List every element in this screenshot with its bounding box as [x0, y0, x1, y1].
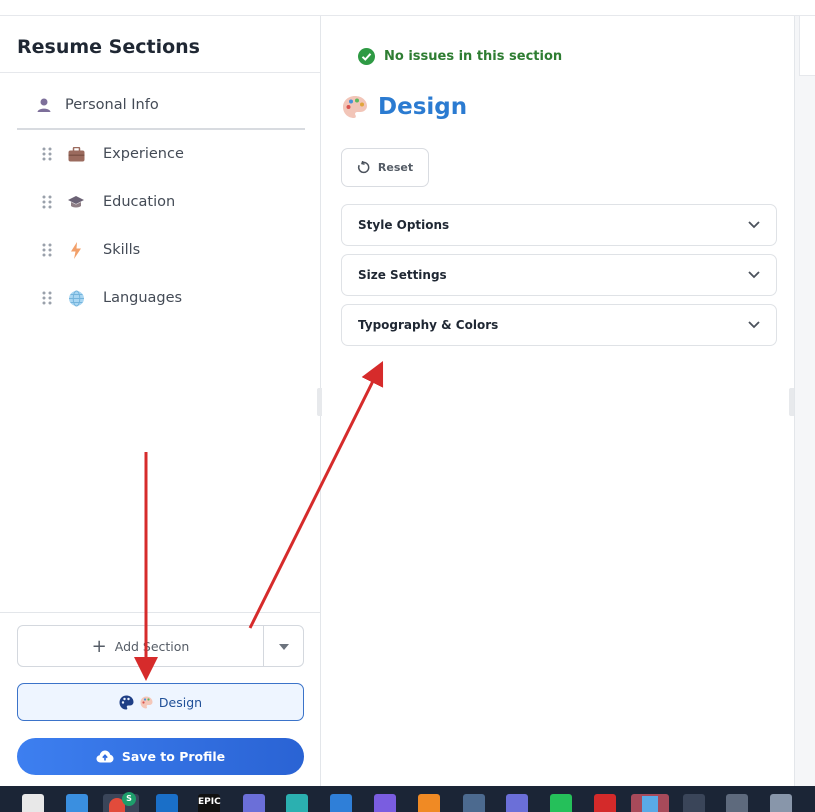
teams-icon[interactable]	[506, 794, 528, 812]
profile-badge: S	[122, 792, 136, 806]
accordion-style-options[interactable]: Style Options	[341, 204, 777, 246]
section-item-experience[interactable]: Experience	[17, 130, 305, 178]
save-button-label: Save to Profile	[121, 749, 226, 764]
reset-label: Reset	[377, 161, 414, 174]
chevron-down-icon	[748, 318, 760, 332]
section-label: Education	[103, 194, 176, 210]
section-label: Personal Info	[65, 97, 159, 113]
add-section-dropdown-toggle[interactable]	[263, 626, 303, 666]
section-item-skills[interactable]: Skills	[17, 226, 305, 274]
sidebar-title: Resume Sections	[17, 36, 200, 58]
chevron-down-icon	[748, 218, 760, 232]
top-strip	[0, 0, 815, 16]
epic-games-icon[interactable]: EPIC	[198, 794, 221, 812]
chevron-down-icon	[748, 268, 760, 282]
cube-app-icon[interactable]	[66, 794, 88, 812]
briefcase-icon	[65, 143, 87, 165]
settings-icon[interactable]	[770, 794, 792, 812]
drag-handle-icon[interactable]	[37, 195, 57, 209]
plus-icon: +	[91, 635, 107, 657]
copilot-icon[interactable]	[374, 794, 396, 812]
firefox-icon[interactable]	[418, 794, 440, 812]
add-section-split-button: + Add Section	[17, 625, 304, 667]
page-title: Design	[342, 94, 467, 120]
edge-icon[interactable]	[286, 794, 308, 812]
section-label: Skills	[103, 242, 141, 258]
divider	[0, 612, 320, 613]
preview-panel-edge	[794, 16, 815, 786]
page-title-text: Design	[378, 94, 468, 120]
section-label: Languages	[103, 290, 183, 306]
resume-sections-sidebar: Resume Sections Personal Info Experience…	[0, 16, 321, 786]
section-label: Experience	[103, 146, 184, 162]
person-icon	[33, 94, 55, 116]
design-button-label: Design	[158, 694, 203, 710]
caret-down-icon	[278, 637, 289, 655]
accordion-label: Size Settings	[358, 268, 447, 282]
windows-taskbar: S EPIC	[0, 786, 815, 812]
drag-handle-icon[interactable]	[37, 147, 57, 161]
save-to-profile-button[interactable]: Save to Profile	[17, 738, 304, 775]
reset-icon	[357, 161, 370, 174]
add-section-label: Add Section	[114, 638, 190, 654]
design-panel: No issues in this section Design Reset S…	[322, 16, 794, 786]
design-button[interactable]: Design	[17, 683, 304, 721]
image-viewer-icon[interactable]	[726, 794, 748, 812]
status-text: No issues in this section	[384, 49, 563, 64]
store-icon[interactable]	[22, 794, 44, 812]
section-item-education[interactable]: Education	[17, 178, 305, 226]
acrobat-icon[interactable]	[594, 794, 616, 812]
drag-handle-icon[interactable]	[37, 291, 57, 305]
accordion-typography-colors[interactable]: Typography & Colors	[341, 304, 777, 346]
reset-button[interactable]: Reset	[341, 148, 429, 187]
section-item-languages[interactable]: Languages	[17, 274, 305, 322]
graduation-cap-icon	[65, 191, 87, 213]
outlook-icon[interactable]	[156, 794, 178, 812]
notepad-icon[interactable]	[631, 794, 669, 812]
artist-palette-icon	[342, 95, 368, 119]
validation-status: No issues in this section	[358, 48, 562, 65]
cloud-upload-icon	[96, 750, 114, 763]
section-item-personal-info[interactable]: Personal Info	[17, 82, 305, 130]
postgres-icon[interactable]	[463, 794, 485, 812]
divider	[0, 72, 320, 73]
lightning-icon	[65, 239, 87, 261]
chatgpt-icon[interactable]	[683, 794, 705, 812]
accordion-label: Typography & Colors	[358, 318, 499, 332]
globe-icon	[65, 287, 87, 309]
add-section-button[interactable]: + Add Section	[18, 626, 263, 666]
artist-palette-icon	[140, 696, 153, 709]
teams-icon[interactable]	[243, 794, 265, 812]
accordion-size-settings[interactable]: Size Settings	[341, 254, 777, 296]
accordion-label: Style Options	[358, 218, 450, 232]
check-circle-icon	[358, 48, 375, 65]
drag-handle-icon[interactable]	[37, 243, 57, 257]
preview-card-edge	[799, 16, 815, 76]
palette-icon	[119, 695, 134, 710]
whatsapp-icon[interactable]	[550, 794, 572, 812]
vscode-icon[interactable]	[330, 794, 352, 812]
chrome-icon[interactable]: S	[103, 792, 139, 812]
